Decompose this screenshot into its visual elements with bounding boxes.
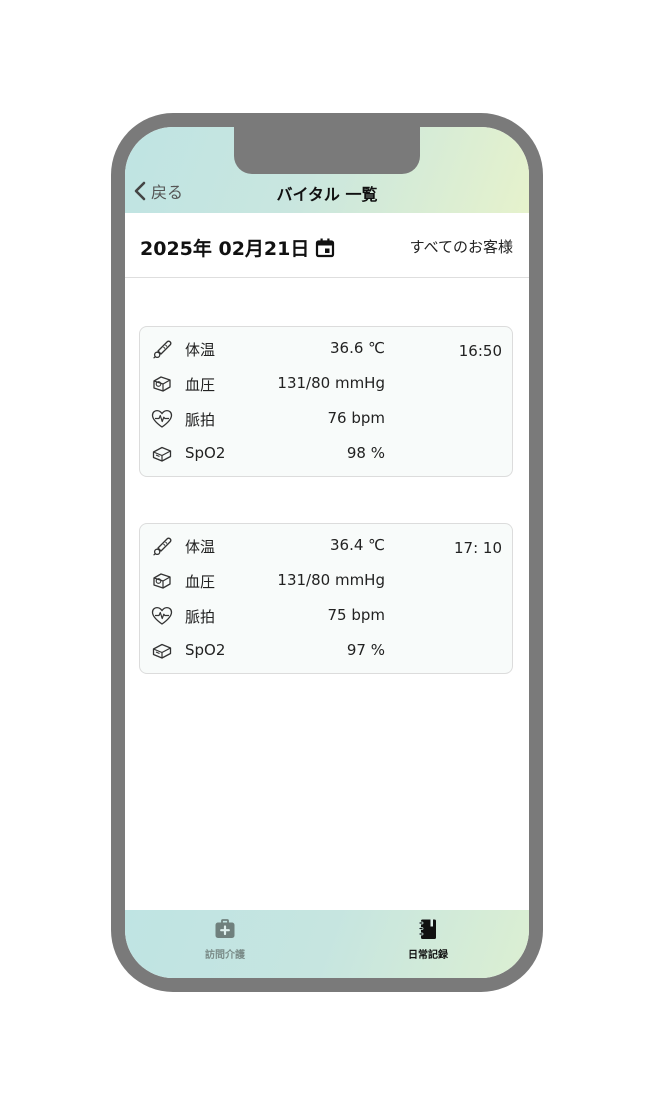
vital-value: 75 bpm (327, 606, 385, 624)
vital-row-spo2: SpO2 97 % (140, 639, 512, 663)
vital-label: 血圧 (185, 573, 216, 591)
vital-row-temperature: 体温 36.4 ℃ (140, 534, 512, 558)
vital-value: 131/80 mmHg (277, 374, 385, 392)
blood-pressure-cuff-icon (153, 376, 171, 392)
app-screen: 戻る バイタル 一覧 2025年 02月21日 すべてのお客様 16:50 体温… (125, 127, 529, 978)
page-title: バイタル 一覧 (276, 185, 378, 204)
vital-value: 97 % (346, 641, 385, 659)
vital-label: SpO2 (185, 444, 226, 462)
date-picker[interactable]: 2025年 02月21日 (140, 234, 335, 261)
vital-value: 76 bpm (327, 409, 385, 427)
selected-date: 2025年 02月21日 (140, 238, 310, 260)
vital-row-pulse: 脈拍 75 bpm (140, 604, 512, 628)
vital-row-temperature: 体温 36.6 ℃ (140, 337, 512, 361)
vital-label: 脈拍 (185, 608, 216, 626)
heart-pulse-icon (151, 409, 173, 428)
vital-value: 98 % (346, 444, 385, 462)
vital-label: 脈拍 (185, 411, 216, 429)
vital-label: SpO2 (185, 641, 226, 659)
device-notch (234, 127, 420, 174)
tab-daily-record[interactable]: 日常記録 (368, 918, 488, 961)
pulse-oximeter-icon (152, 643, 172, 659)
tab-label: 日常記録 (408, 950, 448, 961)
heart-pulse-icon (151, 606, 173, 625)
vital-row-blood-pressure: 血圧 131/80 mmHg (140, 372, 512, 396)
medical-bag-icon (215, 919, 235, 938)
vital-record-card[interactable]: 17: 10 体温 36.4 ℃ 血圧 131/80 mmHg 脈拍 75 bp… (139, 523, 513, 674)
tab-visit-care[interactable]: 訪問介護 (165, 918, 285, 961)
vital-value: 131/80 mmHg (277, 571, 385, 589)
vital-row-spo2: SpO2 98 % (140, 442, 512, 466)
bottom-tab-bar: 訪問介護 日常記録 (125, 910, 529, 978)
vital-row-blood-pressure: 血圧 131/80 mmHg (140, 569, 512, 593)
calendar-icon (316, 238, 335, 257)
notebook-icon (418, 919, 436, 939)
vital-record-card[interactable]: 16:50 体温 36.6 ℃ 血圧 131/80 mmHg 脈拍 76 bpm… (139, 326, 513, 477)
date-bar: 2025年 02月21日 すべてのお客様 (125, 213, 529, 278)
vital-label: 血圧 (185, 376, 216, 394)
vital-label: 体温 (185, 341, 216, 359)
blood-pressure-cuff-icon (153, 573, 171, 589)
customer-filter[interactable]: すべてのお客様 (410, 236, 513, 257)
thermometer-icon (153, 340, 172, 359)
thermometer-icon (153, 537, 172, 556)
vital-value: 36.4 ℃ (329, 536, 385, 554)
vital-row-pulse: 脈拍 76 bpm (140, 407, 512, 431)
vital-label: 体温 (185, 538, 216, 556)
tab-label: 訪問介護 (205, 950, 245, 961)
vital-value: 36.6 ℃ (329, 339, 385, 357)
pulse-oximeter-icon (152, 446, 172, 462)
phone-frame: 戻る バイタル 一覧 2025年 02月21日 すべてのお客様 16:50 体温… (111, 113, 543, 992)
